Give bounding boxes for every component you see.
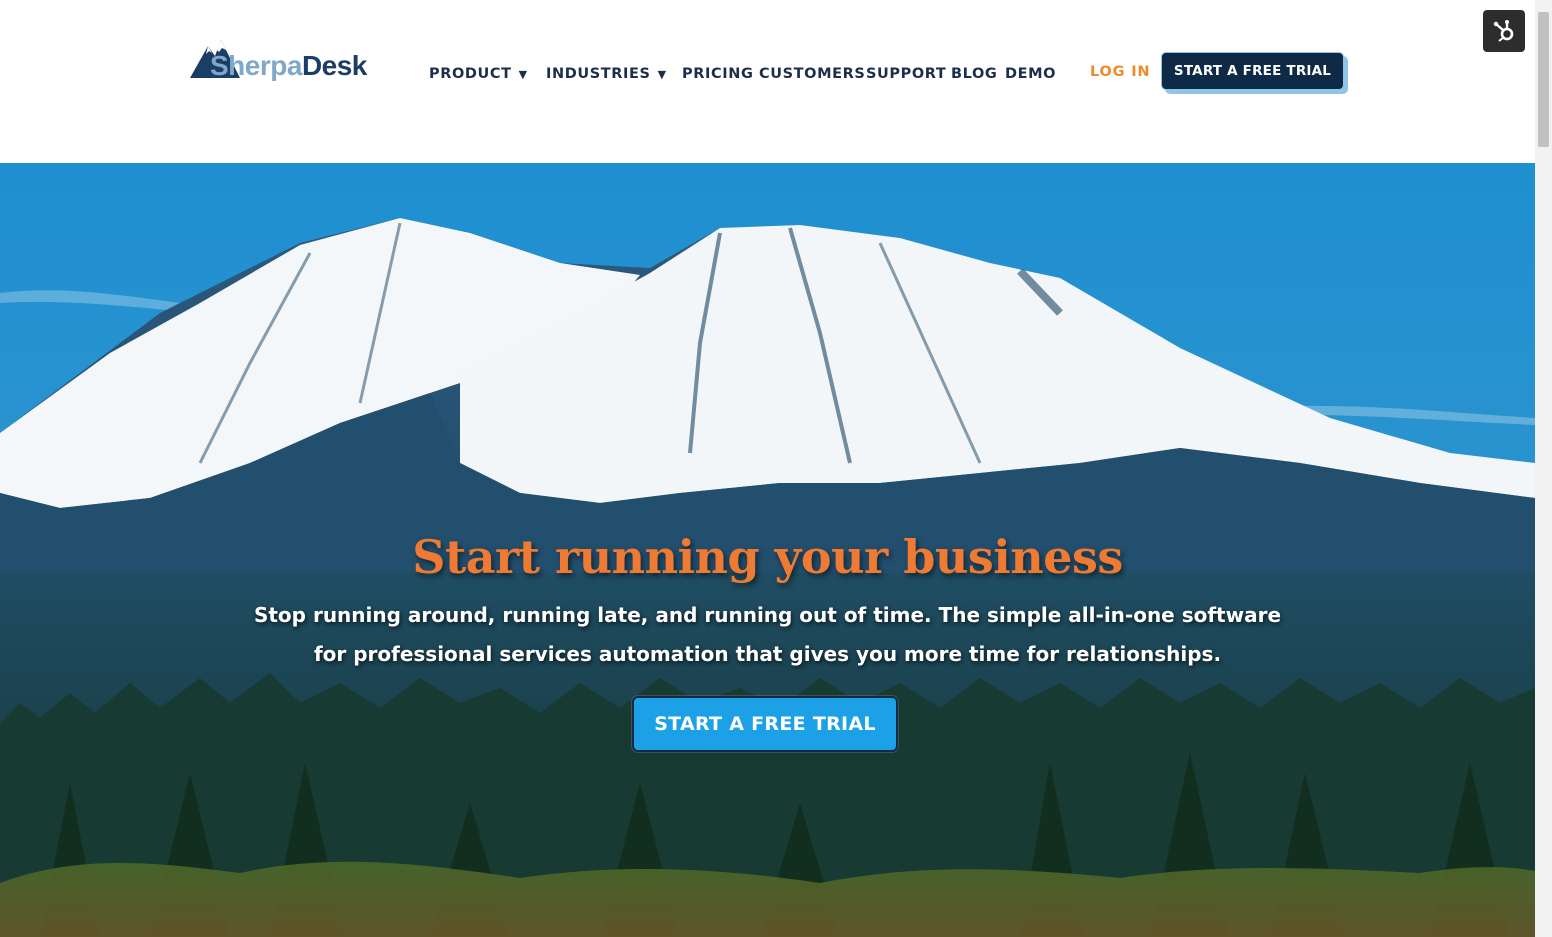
site-header: SherpaDesk PRODUCT ▼ INDUSTRIES ▼ PRICING … [0, 0, 1535, 163]
start-free-trial-button[interactable]: START A FREE TRIAL [1161, 52, 1344, 90]
chevron-down-icon: ▼ [657, 68, 667, 81]
scrollbar-thumb[interactable] [1538, 12, 1549, 147]
hubspot-icon [1493, 20, 1514, 42]
login-link[interactable]: LOG IN [1090, 62, 1150, 82]
hero-subtitle: Stop running around, running late, and r… [253, 603, 1282, 666]
logo-desk: Desk [301, 50, 367, 81]
page-scrollbar[interactable] [1535, 0, 1552, 937]
logo-wordmark: SherpaDesk [210, 50, 367, 82]
chevron-down-icon: ▼ [518, 68, 528, 81]
nav-item-product[interactable]: PRODUCT ▼ [429, 64, 528, 85]
nav-item-pricing[interactable]: PRICING [682, 64, 753, 84]
nav-item-customers[interactable]: CUSTOMERS [759, 64, 865, 84]
nav-item-demo[interactable]: DEMO [1005, 64, 1056, 84]
hero-start-free-trial-button[interactable]: START A FREE TRIAL [632, 696, 898, 752]
hubspot-widget-button[interactable] [1483, 10, 1525, 52]
nav-product-label: PRODUCT [429, 66, 512, 82]
logo-sherpa: Sherpa [210, 50, 302, 81]
hero-title: Start running your business [412, 530, 1123, 584]
sherpadesk-logo[interactable]: SherpaDesk [188, 36, 388, 88]
nav-item-blog[interactable]: BLOG [951, 64, 997, 84]
nav-industries-label: INDUSTRIES [546, 66, 651, 82]
hero-section: Start running your business Stop running… [0, 163, 1535, 937]
nav-item-support[interactable]: SUPPORT [866, 64, 946, 84]
nav-item-industries[interactable]: INDUSTRIES ▼ [546, 64, 667, 85]
